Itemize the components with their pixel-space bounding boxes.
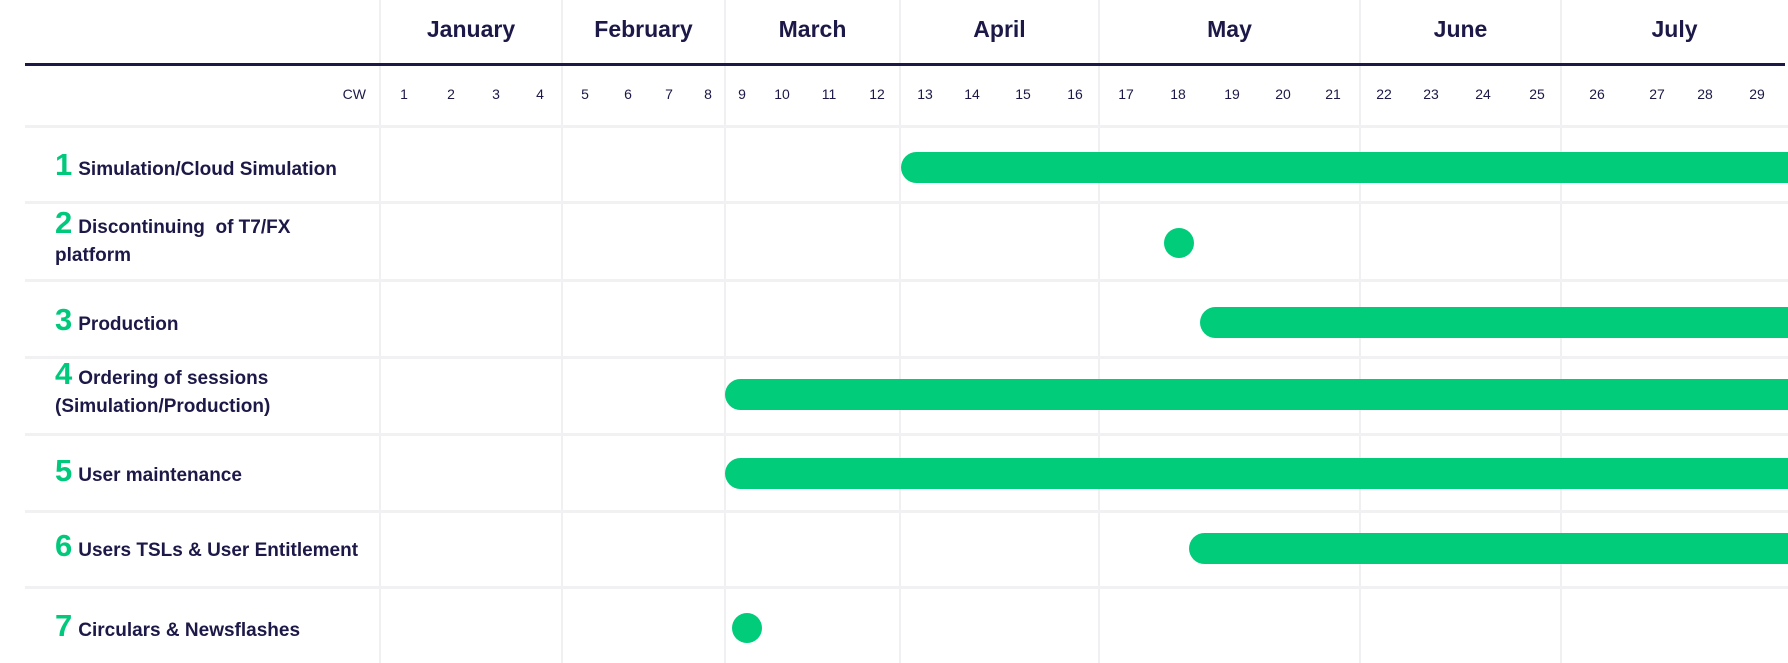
week-tick-label: 4 — [536, 86, 544, 102]
week-tick-label: 15 — [1015, 86, 1031, 102]
week-tick-label: 29 — [1749, 86, 1765, 102]
week-tick-label: 22 — [1376, 86, 1392, 102]
month-divider — [379, 0, 381, 663]
week-tick-label: 28 — [1697, 86, 1713, 102]
month-divider — [899, 0, 901, 663]
task-label: 5 User maintenance — [55, 455, 375, 490]
row-separator — [25, 125, 1788, 128]
task-label: 6 Users TSLs & User Entitlement — [55, 530, 375, 565]
milestone-dot — [1163, 228, 1194, 258]
task-label: 3 Production — [55, 304, 375, 339]
row-separator — [25, 586, 1788, 589]
week-tick-label: 12 — [869, 86, 885, 102]
month-label: April — [973, 16, 1026, 42]
month-label: May — [1207, 16, 1252, 42]
week-tick-label: 20 — [1275, 86, 1291, 102]
gantt-bar — [1189, 533, 1788, 564]
task-label: 2 Discontinuing of T7/FX platform — [55, 207, 315, 270]
task-number: 2 — [55, 205, 73, 240]
task-number: 5 — [55, 453, 73, 488]
week-tick-label: 7 — [665, 86, 673, 102]
gantt-bar — [901, 152, 1788, 183]
week-tick-label: 14 — [964, 86, 980, 102]
task-number: 7 — [55, 608, 73, 643]
month-label: June — [1433, 16, 1488, 42]
month-label: January — [426, 16, 516, 42]
week-tick-label: 27 — [1649, 86, 1665, 102]
task-name: Production — [78, 314, 179, 335]
task-name: Simulation/Cloud Simulation — [78, 159, 337, 180]
task-number: 4 — [55, 356, 73, 391]
week-tick-label: 16 — [1067, 86, 1083, 102]
row-separator — [25, 510, 1788, 513]
task-label: 4 Ordering of sessions (Simulation/Produc… — [55, 358, 295, 421]
gantt-bar — [1199, 307, 1788, 338]
row-separator — [25, 433, 1788, 436]
task-name: Circulars & Newsflashes — [78, 620, 301, 641]
task-name: Discontinuing of T7/FX platform — [55, 217, 296, 266]
week-tick-label: 24 — [1475, 86, 1491, 102]
week-tick-label: 21 — [1325, 86, 1341, 102]
week-tick-label: 1 — [400, 86, 408, 102]
gantt-bar — [725, 458, 1788, 489]
milestone-dot — [732, 613, 763, 643]
header-rule — [25, 63, 1785, 66]
cw-axis-label: CW — [342, 86, 366, 102]
task-number: 3 — [55, 302, 73, 337]
week-tick-label: 26 — [1589, 86, 1605, 102]
row-separator — [25, 279, 1788, 282]
week-tick-label: 5 — [581, 86, 589, 102]
task-number: 6 — [55, 528, 73, 563]
task-label: 1 Simulation/Cloud Simulation — [55, 149, 375, 184]
week-tick-label: 11 — [821, 86, 837, 102]
week-tick-label: 17 — [1118, 86, 1134, 102]
row-separator — [25, 201, 1788, 204]
month-divider — [561, 0, 563, 663]
week-tick-label: 23 — [1423, 86, 1439, 102]
week-tick-label: 3 — [492, 86, 500, 102]
week-tick-label: 2 — [447, 86, 455, 102]
month-label: March — [778, 16, 847, 42]
task-name: Users TSLs & User Entitlement — [78, 540, 359, 561]
task-name: User maintenance — [78, 465, 242, 486]
week-tick-label: 9 — [738, 86, 746, 102]
row-separator — [25, 356, 1788, 359]
week-tick-label: 19 — [1224, 86, 1240, 102]
week-tick-label: 18 — [1170, 86, 1186, 102]
task-name: Ordering of sessions (Simulation/Product… — [55, 368, 274, 417]
task-number: 1 — [55, 147, 73, 182]
gantt-bar — [725, 379, 1788, 410]
week-tick-label: 6 — [624, 86, 632, 102]
month-label: July — [1651, 16, 1698, 42]
month-divider — [1098, 0, 1100, 663]
week-tick-label: 13 — [917, 86, 933, 102]
month-label: February — [594, 16, 693, 42]
week-tick-label: 25 — [1529, 86, 1545, 102]
task-label: 7 Circulars & Newsflashes — [55, 610, 375, 645]
week-tick-label: 10 — [774, 86, 790, 102]
